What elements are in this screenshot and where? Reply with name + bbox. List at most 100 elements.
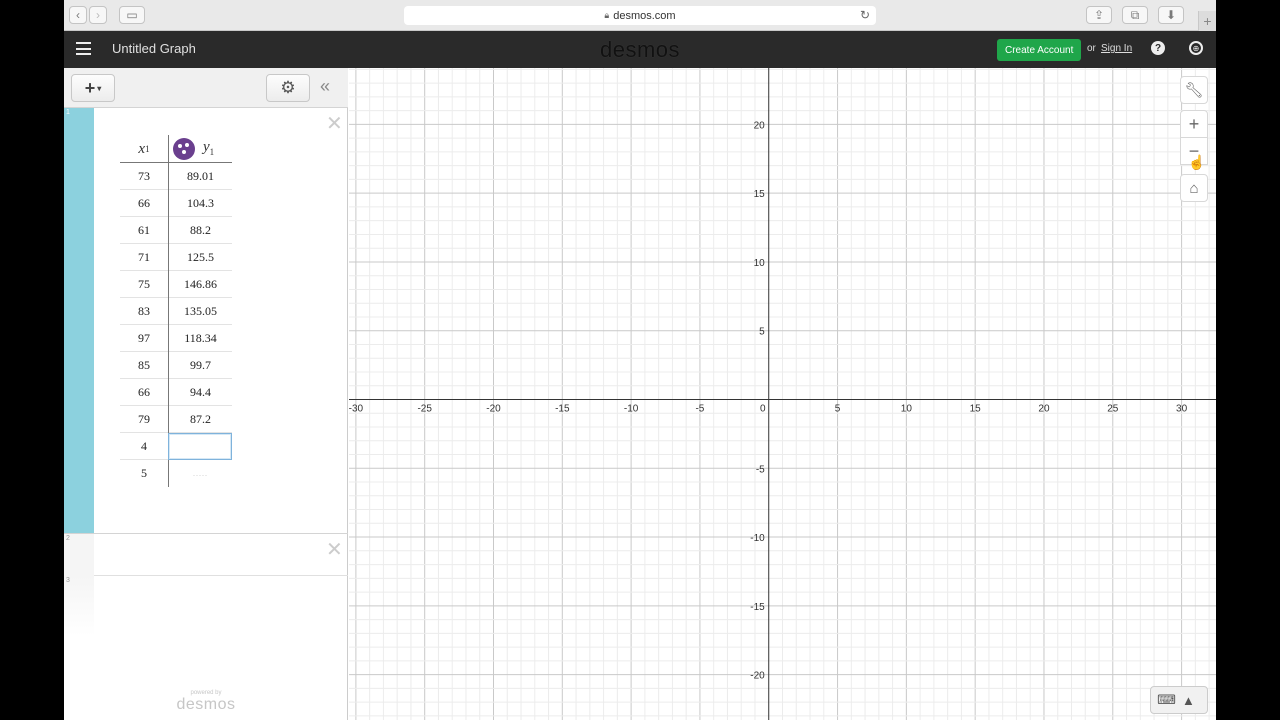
graph-paper[interactable]: -30 -25 -20 -15 -10 -5 0 5 10 15 20 25 30 20 15 10 5 -5 -1… [349, 68, 1216, 720]
table-cell-x[interactable]: 75 [120, 271, 168, 298]
y-tick-label: -20 [750, 671, 765, 682]
table-cell-x[interactable]: 83 [120, 298, 168, 325]
point-style-icon[interactable] [173, 138, 195, 160]
x-tick-label: -5 [695, 404, 704, 415]
help-icon[interactable]: ? [1151, 41, 1165, 55]
table-header: x1 y1 [120, 135, 232, 163]
expression-panel: + ▾ ⚙ « 1 ✕ x1 y1 73 89.01 66 104.3 61 8… [64, 68, 348, 720]
table-cell-x[interactable]: 73 [120, 163, 168, 190]
table-row: 4 [120, 433, 232, 460]
app-header: Untitled Graph desmos Create Account or … [64, 31, 1216, 68]
table-row: 97 118.34 [120, 325, 232, 352]
table-cell-x[interactable]: 79 [120, 406, 168, 433]
wrench-icon[interactable]: 🔧︎ [1180, 76, 1208, 104]
sign-in-link[interactable]: Sign In [1101, 43, 1132, 54]
table-cell-x[interactable]: 71 [120, 244, 168, 271]
table-row: 73 89.01 [120, 163, 232, 190]
expression-color-stripe: 1 [64, 108, 94, 533]
desmos-logo: desmos [600, 37, 681, 62]
globe-icon[interactable]: ⊕ [1189, 41, 1203, 55]
caret-up-icon: ▲ [1181, 692, 1195, 708]
table-cell-y[interactable]: 135.05 [168, 298, 232, 325]
share-icon[interactable]: ⇪ [1086, 6, 1112, 24]
column-header-x[interactable]: x1 [120, 135, 168, 163]
expression-item-new[interactable]: 3 [64, 576, 348, 636]
table-cell-y[interactable]: 104.3 [168, 190, 232, 217]
table-cell-y[interactable]: 89.01 [168, 163, 232, 190]
table-cell-y[interactable]: 88.2 [168, 217, 232, 244]
delete-expression-icon[interactable]: ✕ [326, 111, 343, 136]
collapse-panel-icon[interactable]: « [320, 76, 330, 97]
lock-icon: 🔒︎ [604, 10, 610, 20]
table-cell-y[interactable]: 118.34 [168, 325, 232, 352]
table-cell-x[interactable]: 5 [120, 460, 168, 487]
expression-toolbar: + ▾ ⚙ « [64, 68, 348, 108]
x-tick-label: -25 [417, 404, 432, 415]
browser-toolbar: ‹ › ▭ 🔒︎ desmos.com ↻ ⇪ ⧉ ⬇ + [64, 0, 1216, 31]
powered-by-desmos: powered by desmos [176, 690, 236, 713]
y-tick-label: -10 [750, 533, 765, 544]
add-item-button[interactable]: + ▾ [71, 74, 115, 102]
table-cell-x[interactable]: 85 [120, 352, 168, 379]
table-cell-x[interactable]: 4 [120, 433, 168, 460]
expression-index: 3 [66, 577, 70, 584]
table-cell-y[interactable]: 87.2 [168, 406, 232, 433]
delete-expression-icon[interactable]: ✕ [326, 537, 343, 562]
tabs-icon[interactable]: ⧉ [1122, 6, 1148, 24]
download-icon[interactable]: ⬇ [1158, 6, 1184, 24]
x-tick-label: 30 [1176, 404, 1188, 415]
x-tick-label: -20 [486, 404, 501, 415]
reload-icon[interactable]: ↻ [860, 8, 870, 22]
graph-title[interactable]: Untitled Graph [112, 41, 196, 56]
expression-item-empty[interactable]: 2 ✕ [64, 534, 348, 576]
table-row: 66 104.3 [120, 190, 232, 217]
table-body: 73 89.01 66 104.3 61 88.2 71 125.5 75 146.86 83 135… [120, 163, 232, 487]
forward-icon[interactable]: › [89, 6, 107, 24]
table-cell-y[interactable]: 94.4 [168, 379, 232, 406]
home-icon[interactable]: ⌂ [1180, 174, 1208, 202]
new-tab-icon[interactable]: + [1198, 11, 1216, 31]
x-tick-label: 0 [760, 404, 766, 415]
address-bar[interactable]: 🔒︎ desmos.com ↻ [404, 6, 876, 25]
table-cell-x[interactable]: 61 [120, 217, 168, 244]
table-cell-x[interactable]: 66 [120, 379, 168, 406]
x-tick-label: -10 [624, 404, 639, 415]
x-tick-label: -15 [555, 404, 570, 415]
screen: ‹ › ▭ 🔒︎ desmos.com ↻ ⇪ ⧉ ⬇ + Untitled G… [64, 0, 1216, 720]
x-tick-label: 10 [901, 404, 913, 415]
expression-index: 2 [66, 535, 70, 542]
y-tick-label: 5 [759, 327, 765, 338]
data-table: x1 y1 73 89.01 66 104.3 61 88.2 71 125.5 75 146.8… [120, 135, 232, 487]
keypad-toggle-button[interactable]: ⌨ ▲ [1150, 686, 1208, 714]
y-tick-label: -5 [756, 464, 765, 475]
hand-cursor-icon: ☝ [1188, 154, 1206, 170]
x-tick-label: -30 [349, 404, 364, 415]
create-account-button[interactable]: Create Account [997, 39, 1082, 61]
settings-gear-icon[interactable]: ⚙ [266, 74, 310, 102]
x-tick-label: 5 [835, 404, 841, 415]
menu-icon[interactable] [76, 42, 91, 55]
table-cell-x[interactable]: 66 [120, 190, 168, 217]
keyboard-icon: ⌨ [1157, 692, 1176, 707]
y-tick-label: 15 [754, 189, 766, 200]
or-text: or [1087, 43, 1096, 54]
table-cell-y[interactable]: 99.7 [168, 352, 232, 379]
table-cell-y[interactable]: 125.5 [168, 244, 232, 271]
table-row: 85 99.7 [120, 352, 232, 379]
x-tick-label: 25 [1107, 404, 1119, 415]
expression-item-table[interactable]: 1 ✕ x1 y1 73 89.01 66 104.3 61 88.2 71 125.5 75 1… [64, 108, 348, 534]
column-header-y[interactable]: y1 [168, 135, 232, 163]
y-tick-label: -15 [750, 602, 765, 613]
expression-index: 1 [66, 109, 70, 116]
table-row: 83 135.05 [120, 298, 232, 325]
zoom-in-button[interactable]: + [1180, 110, 1208, 138]
y-tick-label: 20 [754, 120, 766, 131]
table-row: 79 87.2 [120, 406, 232, 433]
table-cell-y[interactable] [168, 433, 232, 460]
back-icon[interactable]: ‹ [69, 6, 87, 24]
table-row: 75 146.86 [120, 271, 232, 298]
table-cell-y[interactable]: ..... [168, 460, 232, 487]
table-cell-x[interactable]: 97 [120, 325, 168, 352]
table-cell-y[interactable]: 146.86 [168, 271, 232, 298]
sidebar-icon[interactable]: ▭ [119, 6, 145, 24]
